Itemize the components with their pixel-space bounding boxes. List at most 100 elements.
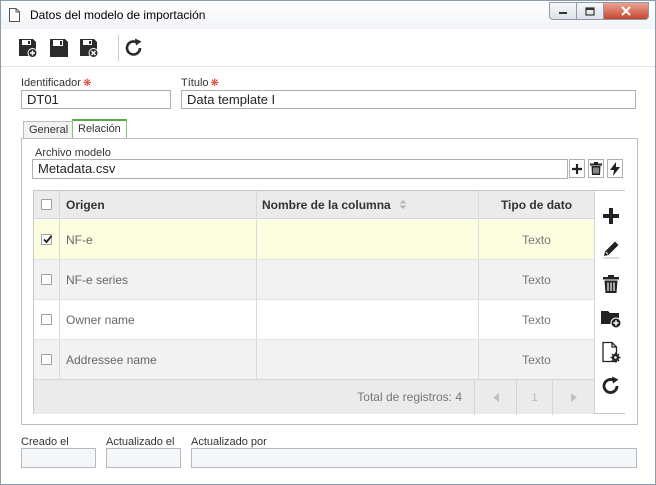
updated-label: Actualizado el bbox=[106, 436, 175, 448]
column-header-column-name[interactable]: Nombre de la columna bbox=[257, 191, 479, 218]
refresh-button[interactable] bbox=[123, 37, 145, 59]
cell-origin: NF-e series bbox=[60, 260, 257, 299]
maximize-icon bbox=[585, 6, 595, 16]
cell-origin: NF-e bbox=[60, 220, 257, 259]
import-model-window: Datos del modelo de importación Identifi… bbox=[0, 0, 656, 485]
folder-add-icon bbox=[601, 311, 622, 329]
total-records: Total de registros: 4 bbox=[357, 390, 462, 404]
edit-row-button[interactable] bbox=[600, 238, 622, 260]
title-label-text: Título bbox=[181, 77, 209, 89]
table-row[interactable]: NF-e series Texto bbox=[34, 260, 594, 300]
column-header-column-name-text: Nombre de la columna bbox=[262, 197, 391, 212]
cell-column-name[interactable] bbox=[257, 260, 479, 299]
add-file-button[interactable] bbox=[569, 159, 585, 178]
relation-grid: Origen Nombre de la columna Tipo de dato… bbox=[33, 190, 625, 415]
chevron-right-icon bbox=[570, 393, 577, 402]
lightning-icon bbox=[610, 161, 620, 176]
identifier-input[interactable]: DT01 bbox=[21, 90, 171, 109]
grid-header: Origen Nombre de la columna Tipo de dato bbox=[34, 191, 594, 219]
save-close-button[interactable] bbox=[78, 37, 100, 59]
cell-data-type: Texto bbox=[522, 232, 551, 247]
close-button[interactable] bbox=[603, 2, 649, 20]
table-row[interactable]: Addressee name Texto bbox=[34, 340, 594, 379]
row-select-cell bbox=[34, 300, 60, 339]
window-controls bbox=[549, 2, 649, 21]
required-mark: ❋ bbox=[82, 78, 92, 89]
table-row[interactable]: Owner name Texto bbox=[34, 300, 594, 340]
close-icon bbox=[621, 6, 631, 16]
column-header-data-type[interactable]: Tipo de dato bbox=[479, 191, 594, 218]
maximize-button[interactable] bbox=[576, 2, 603, 20]
row-checkbox[interactable] bbox=[41, 314, 52, 325]
plus-icon bbox=[572, 163, 582, 174]
tab-general[interactable]: General bbox=[23, 121, 75, 139]
identifier-label-text: Identificador bbox=[21, 77, 81, 89]
created-field bbox=[21, 448, 96, 468]
row-checkbox[interactable] bbox=[41, 354, 52, 365]
cell-origin: Owner name bbox=[60, 300, 257, 339]
window-title: Datos del modelo de importación bbox=[30, 8, 206, 22]
previous-page-button[interactable] bbox=[474, 380, 516, 415]
add-folder-button[interactable] bbox=[600, 307, 622, 329]
cell-column-name[interactable] bbox=[257, 340, 479, 379]
toolbar-separator bbox=[118, 35, 119, 61]
file-label: Archivo modelo bbox=[35, 147, 111, 159]
minimize-icon bbox=[559, 12, 567, 14]
cell-data-type: Texto bbox=[522, 312, 551, 327]
grid-footer: Total de registros: 4 1 bbox=[34, 379, 594, 415]
next-page-button[interactable] bbox=[552, 380, 594, 415]
trash-icon bbox=[590, 162, 602, 175]
grid-side-toolbar bbox=[594, 191, 625, 413]
toolbar bbox=[1, 29, 655, 67]
row-checkbox[interactable] bbox=[41, 234, 53, 245]
row-select-cell bbox=[34, 340, 60, 379]
pencil-icon bbox=[603, 241, 619, 259]
refresh-grid-button[interactable] bbox=[600, 375, 622, 397]
document-settings-button[interactable] bbox=[600, 341, 622, 363]
title-label: Título ❋ bbox=[181, 77, 219, 89]
cell-data-type: Texto bbox=[522, 272, 551, 287]
process-file-button[interactable] bbox=[607, 159, 623, 178]
refresh-icon bbox=[125, 38, 142, 56]
required-mark: ❋ bbox=[210, 78, 219, 89]
document-gear-icon bbox=[602, 341, 621, 363]
title-input[interactable]: Data template I bbox=[181, 90, 636, 109]
chevron-left-icon bbox=[492, 393, 499, 402]
save-close-icon bbox=[80, 39, 99, 58]
updated-by-label: Actualizado por bbox=[191, 436, 267, 448]
tab-relacion[interactable]: Relación bbox=[72, 119, 127, 138]
cell-column-name[interactable] bbox=[257, 300, 479, 339]
page-number[interactable]: 1 bbox=[516, 380, 552, 415]
column-header-origin[interactable]: Origen bbox=[60, 191, 257, 218]
cell-origin: Addressee name bbox=[60, 340, 257, 379]
table-row[interactable]: NF-e Texto bbox=[34, 220, 594, 260]
select-all-cell bbox=[34, 191, 60, 218]
cell-column-name[interactable] bbox=[257, 220, 479, 259]
title-bar: Datos del modelo de importación bbox=[1, 1, 655, 29]
created-label: Creado el bbox=[21, 436, 69, 448]
select-all-checkbox[interactable] bbox=[41, 199, 52, 210]
row-select-cell bbox=[34, 260, 60, 299]
updated-field bbox=[106, 448, 181, 468]
document-icon bbox=[9, 8, 20, 25]
save-new-icon bbox=[19, 39, 38, 58]
identifier-label: Identificador ❋ bbox=[21, 77, 91, 89]
relation-panel: Archivo modelo Metadata.csv Origen Nombr… bbox=[21, 138, 638, 425]
updated-by-field bbox=[191, 448, 637, 468]
file-input[interactable]: Metadata.csv bbox=[32, 159, 568, 179]
add-row-button[interactable] bbox=[600, 205, 622, 227]
delete-file-button[interactable] bbox=[588, 159, 604, 178]
refresh-icon bbox=[602, 376, 619, 394]
plus-icon bbox=[603, 208, 619, 224]
save-button[interactable] bbox=[48, 37, 70, 59]
cell-data-type: Texto bbox=[522, 352, 551, 367]
trash-icon bbox=[603, 275, 619, 293]
sort-icon bbox=[399, 200, 407, 209]
row-select-cell bbox=[34, 220, 60, 259]
save-icon bbox=[50, 39, 68, 57]
save-new-button[interactable] bbox=[17, 37, 39, 59]
row-checkbox[interactable] bbox=[41, 274, 52, 285]
minimize-button[interactable] bbox=[549, 2, 576, 20]
delete-row-button[interactable] bbox=[600, 273, 622, 295]
checkmark-icon bbox=[43, 235, 53, 244]
